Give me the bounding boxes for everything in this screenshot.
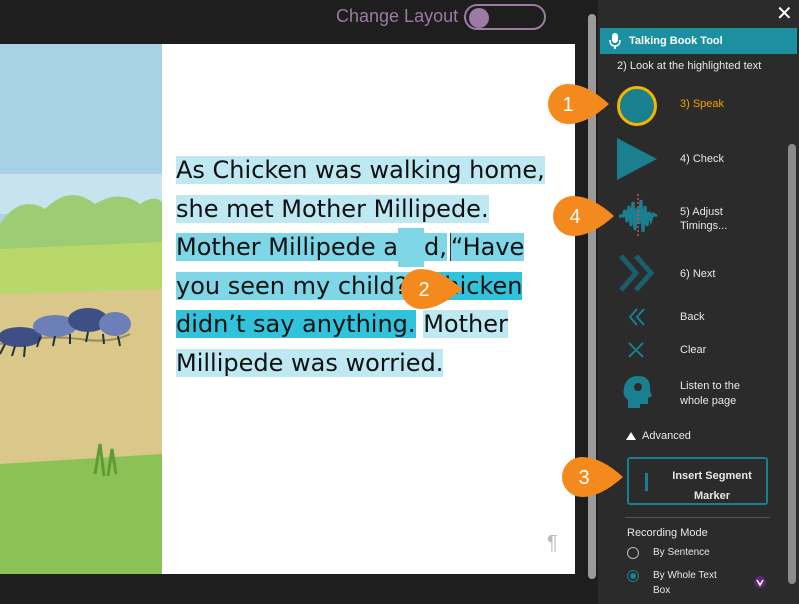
pilcrow-mark: ¶ [547, 532, 558, 554]
listen-head-icon[interactable] [622, 374, 652, 410]
callout-4: 4 [553, 196, 614, 236]
segment-marker-icon [645, 473, 648, 491]
by-whole-text-label-1[interactable]: By Whole Text [653, 570, 717, 581]
change-layout-toggle[interactable] [464, 4, 546, 30]
by-whole-text-box-radio[interactable] [627, 570, 639, 582]
by-sentence-radio[interactable] [627, 547, 639, 559]
callout-4-number: 4 [569, 206, 580, 228]
recording-mode-heading: Recording Mode [627, 527, 708, 539]
insert-segment-label: Insert Segment Marker [657, 466, 767, 506]
double-chevron-right-icon[interactable] [619, 254, 655, 292]
check-label[interactable]: 4) Check [680, 153, 724, 165]
callout-3: 3 [562, 457, 623, 497]
by-sentence-label[interactable]: By Sentence [653, 547, 710, 558]
insert-segment-label-2: Marker [693, 490, 731, 502]
text-segment[interactable]: “Have [450, 233, 525, 262]
double-chevron-left-icon[interactable] [627, 307, 647, 327]
panel-scrollbar-thumb[interactable] [788, 144, 796, 584]
text-segment[interactable]: she met Mother Millipede. [176, 194, 489, 223]
bloom-logo-icon [754, 576, 766, 588]
panel-divider [625, 517, 770, 518]
clear-label[interactable]: Clear [680, 344, 706, 356]
back-label[interactable]: Back [680, 311, 704, 323]
insert-segment-marker-button[interactable]: Insert Segment Marker [627, 457, 768, 505]
adjust-timings-label-1[interactable]: 5) Adjust [680, 206, 723, 218]
text-segment[interactable]: you seen my child?” [176, 271, 420, 300]
adjust-timings-label-2[interactable]: Timings... [680, 220, 727, 232]
book-text-box[interactable]: As Chicken was walking home, she met Mot… [176, 151, 556, 383]
change-layout-label: Change Layout [336, 6, 459, 26]
clear-x-icon[interactable] [627, 341, 645, 359]
toggle-knob [469, 8, 489, 28]
callout-1: 1 [548, 84, 609, 124]
speak-label[interactable]: 3) Speak [680, 98, 724, 110]
play-icon[interactable] [617, 138, 657, 180]
illustration-image [0, 44, 162, 574]
insert-segment-label-1: Insert Segment [672, 470, 752, 482]
callout-2: 2 [401, 269, 462, 309]
step-2-label: 2) Look at the highlighted text [617, 60, 762, 72]
waveform-icon[interactable] [617, 194, 659, 238]
text-segment[interactable]: Mother [423, 310, 508, 339]
panel-title: Talking Book Tool [629, 35, 723, 47]
text-segment[interactable]: As Chicken was walking home, [176, 156, 545, 184]
text-segment[interactable]: Millipede was worried. [176, 348, 444, 377]
callout-2-number: 2 [418, 279, 429, 301]
listen-label-1[interactable]: Listen to the [680, 380, 740, 392]
panel-header: Talking Book Tool [600, 28, 797, 54]
speak-button[interactable] [617, 86, 657, 126]
by-whole-text-label-2[interactable]: Box [653, 585, 670, 596]
text-segment[interactable]: Mother Millipede a [176, 233, 398, 262]
chicken-illustration [0, 44, 162, 574]
microphone-icon [609, 33, 621, 49]
listen-label-2[interactable]: whole page [680, 395, 736, 407]
callout-1-number: 1 [562, 94, 573, 116]
close-icon[interactable]: ✕ [776, 1, 793, 26]
advanced-toggle-icon[interactable] [626, 432, 636, 440]
callout-3-number: 3 [578, 467, 589, 489]
text-segment[interactable]: didn’t say anything. [176, 310, 416, 339]
advanced-label[interactable]: Advanced [642, 430, 691, 442]
panel-scrollbar[interactable] [787, 56, 797, 604]
next-label[interactable]: 6) Next [680, 268, 715, 280]
text-segment[interactable]: d, [424, 233, 447, 262]
